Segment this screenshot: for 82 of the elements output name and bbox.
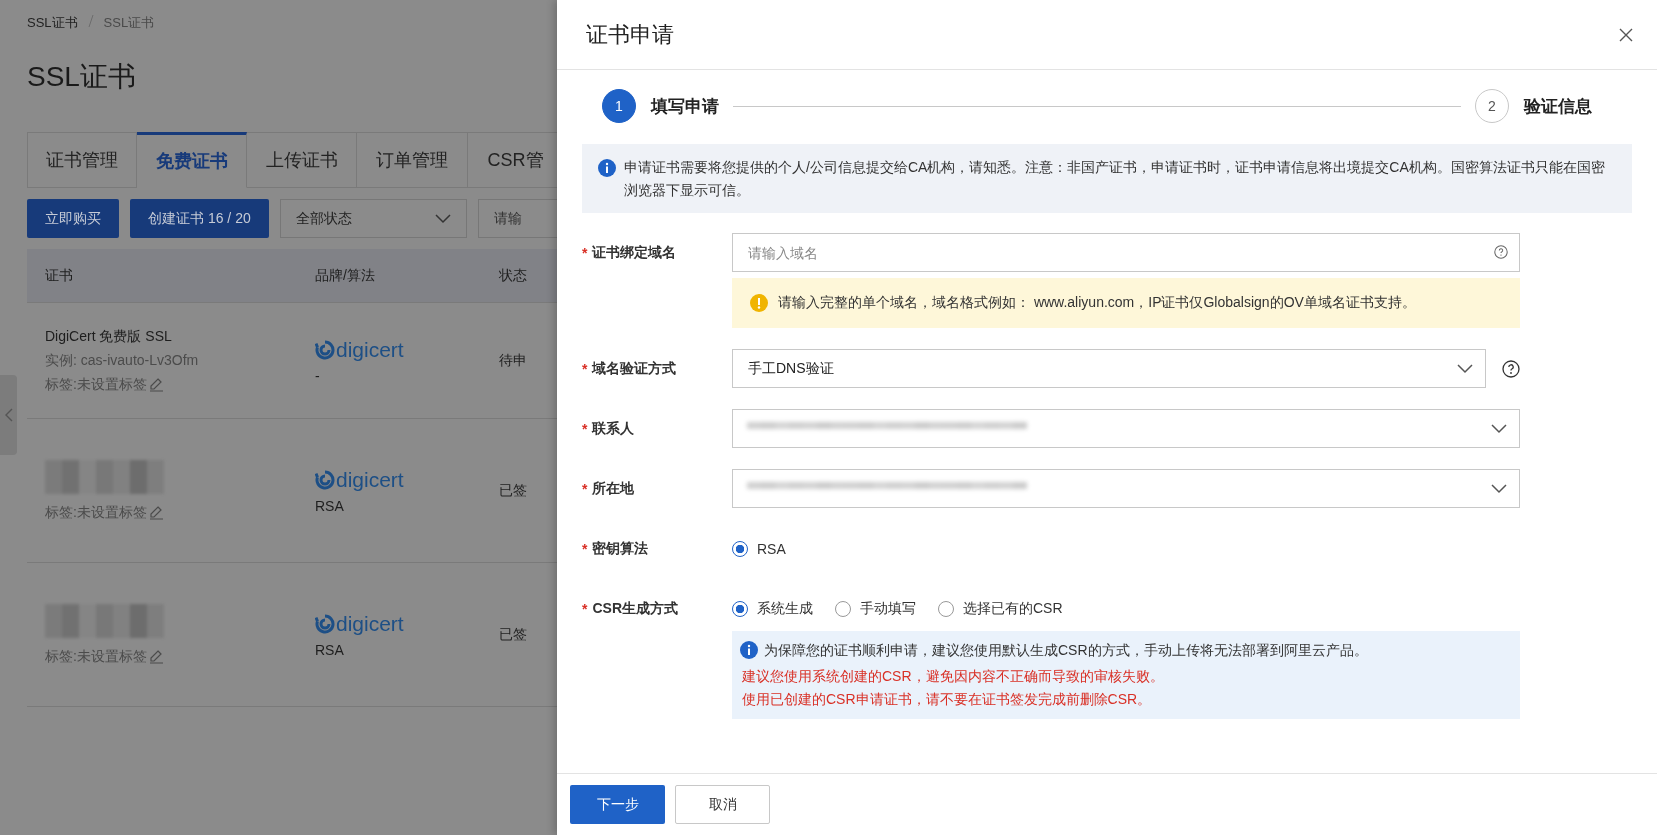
drawer-title: 证书申请	[586, 20, 674, 49]
next-button[interactable]: 下一步	[570, 785, 665, 824]
tab[interactable]: 免费证书	[137, 132, 248, 188]
brand-name: digicert	[336, 337, 404, 362]
step-label: 填写申请	[651, 95, 719, 118]
required-mark: *	[582, 480, 588, 497]
select-field[interactable]	[732, 409, 1520, 448]
radio-button[interactable]	[835, 600, 851, 617]
chevron-left-icon	[4, 408, 13, 422]
step-number: 1	[602, 89, 636, 123]
breadcrumb-current: SSL证书	[103, 14, 155, 32]
notice-text: 申请证书需要将您提供的个人/公司信息提交给CA机构，请知悉。注意：非国产证书，申请证书时，证书申请信息将出境提交CA机构。国密算法证书只能在国密浏览器下显示可信。	[624, 158, 1606, 200]
slash-icon	[87, 14, 94, 28]
tab[interactable]: 证书管理	[27, 132, 138, 188]
column-header: 证书	[45, 266, 74, 285]
info-icon	[740, 641, 758, 659]
field-label: 证书绑定域名	[592, 243, 677, 262]
certificate-name: DigiCert 免费版 SSL	[45, 327, 173, 346]
tag-label: 标签:未设置标签	[45, 503, 147, 522]
status-select[interactable]: 全部状态	[279, 199, 467, 238]
field-label: 所在地	[592, 479, 635, 498]
tag-label: 标签:未设置标签	[45, 375, 147, 394]
tab[interactable]: 上传证书	[247, 132, 358, 188]
tab[interactable]: CSR管	[467, 132, 557, 188]
radio-button[interactable]	[732, 600, 748, 617]
select-field[interactable]	[732, 469, 1520, 508]
tag-label: 标签:未设置标签	[45, 647, 147, 666]
column-header: 品牌/算法	[315, 266, 376, 285]
warning-icon	[750, 294, 768, 312]
logo-icon	[315, 339, 335, 360]
column-header: 状态	[499, 266, 528, 285]
field-label: 域名验证方式	[592, 359, 677, 378]
buy-button[interactable]: 立即购买	[27, 199, 119, 238]
radio-option[interactable]: 手动填写	[835, 599, 916, 618]
collapse-handle[interactable]	[0, 375, 17, 455]
hint-text: 请输入完整的单个域名，域名格式例如： www.aliyun.com，IP证书仅Globalsign的OV单域名证书支持。	[778, 294, 1416, 312]
select-field[interactable]: 手工DNS验证	[732, 349, 1486, 388]
chevron-down-icon	[1457, 363, 1473, 374]
page-title: SSL证书	[27, 60, 137, 94]
instance-id: 实例: cas-ivauto-Lv3Ofm	[45, 351, 200, 370]
notice-text: 为保障您的证书顺利申请，建议您使用默认生成CSR的方式，手动上传将无法部署到阿里云产品。	[764, 641, 1368, 660]
required-mark: *	[582, 244, 588, 261]
radio-button[interactable]	[732, 540, 748, 557]
create-certificate-button[interactable]: 创建证书 16 / 20	[130, 199, 269, 238]
field-label: 密钥算法	[592, 539, 649, 558]
chevron-down-icon	[1491, 423, 1507, 434]
status-text: 待申	[499, 351, 528, 370]
close-icon[interactable]	[1619, 27, 1633, 42]
edit-icon[interactable]	[148, 649, 164, 664]
required-mark: *	[582, 600, 588, 617]
field-label: 联系人	[592, 419, 635, 438]
logo-icon	[315, 613, 335, 634]
radio-option[interactable]: RSA	[732, 540, 786, 557]
radio-option[interactable]: 系统生成	[732, 599, 813, 618]
info-icon	[598, 159, 616, 177]
algorithm: RSA	[315, 641, 345, 658]
warning-text: 使用已创建的CSR申请证书，请不要在证书签发完成前删除CSR。	[741, 690, 1153, 709]
step-label: 验证信息	[1524, 95, 1592, 118]
chevron-down-icon	[1491, 483, 1507, 494]
tab[interactable]: 订单管理	[357, 132, 468, 188]
status-text: 已签	[499, 625, 528, 644]
edit-icon[interactable]	[148, 377, 164, 392]
field-label: CSR生成方式	[592, 599, 678, 618]
help-icon[interactable]	[1502, 359, 1520, 378]
radio-option[interactable]: 选择已有的CSR	[938, 599, 1063, 618]
cancel-button[interactable]: 取消	[675, 785, 770, 824]
radio-button[interactable]	[938, 600, 954, 617]
brand-name: digicert	[336, 467, 404, 492]
required-mark: *	[582, 360, 588, 377]
step-number: 2	[1475, 89, 1509, 123]
algorithm: RSA	[315, 497, 345, 514]
breadcrumb-link[interactable]: SSL证书	[27, 14, 78, 32]
domain-input-field[interactable]: 请输入域名	[732, 233, 1520, 272]
edit-icon[interactable]	[148, 505, 164, 520]
status-text: 已签	[499, 481, 528, 500]
chevron-down-icon	[434, 213, 451, 224]
logo-icon	[315, 469, 335, 490]
required-mark: *	[582, 420, 588, 437]
warning-text: 建议您使用系统创建的CSR，避免因内容不正确而导致的审核失败。	[741, 667, 1165, 686]
brand-name: digicert	[336, 611, 404, 636]
algorithm: -	[315, 367, 321, 384]
required-mark: *	[582, 540, 588, 557]
